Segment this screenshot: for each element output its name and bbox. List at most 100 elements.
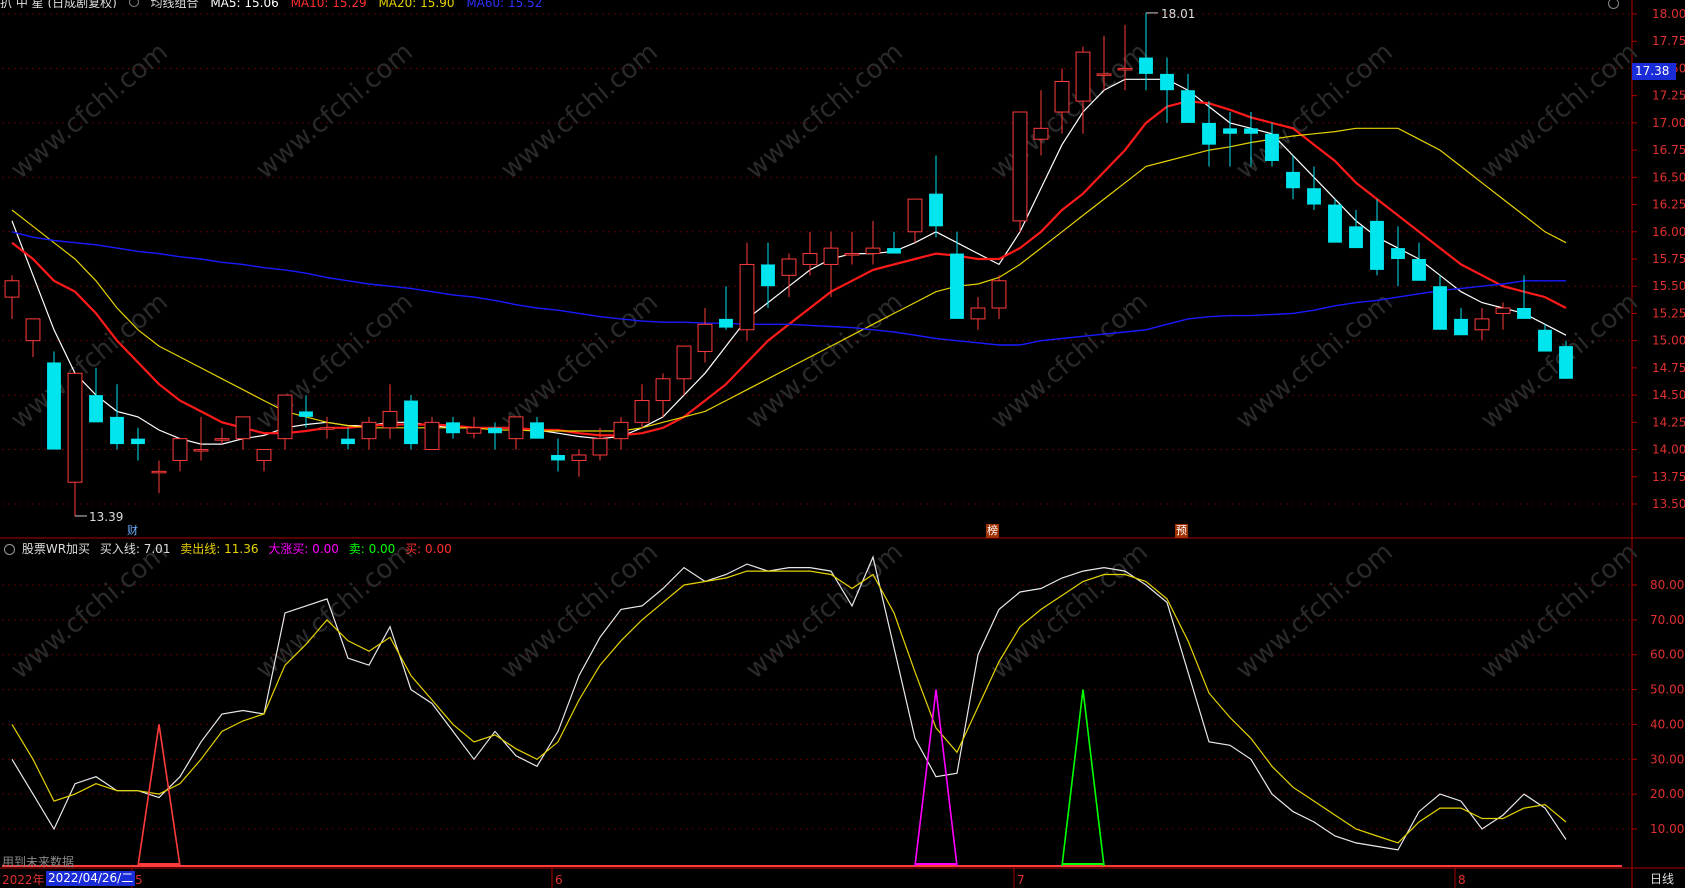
candle[interactable] xyxy=(1559,340,1573,379)
watermark-text: www.cfchi.com xyxy=(740,37,909,185)
candle[interactable] xyxy=(1412,242,1426,281)
candle[interactable] xyxy=(277,394,293,450)
candle[interactable] xyxy=(488,422,502,450)
candle[interactable] xyxy=(823,231,839,298)
watermark-text: www.cfchi.com xyxy=(1230,287,1399,435)
candle[interactable] xyxy=(719,286,733,330)
candle[interactable] xyxy=(571,449,587,477)
main-chart-header: 扒 中 星 (日成剧复权) 均线组合 MA5: 15.06 MA10: 15.2… xyxy=(0,0,550,8)
marker-cai[interactable]: 财 xyxy=(126,524,139,538)
buy-line-value: 买入线: 7.01 xyxy=(99,542,171,556)
price-tick-label: 13.50 xyxy=(1652,497,1685,511)
candle[interactable] xyxy=(256,449,272,472)
current-price-badge: 17.38 xyxy=(1632,63,1676,80)
watermark-text: www.cfchi.com xyxy=(495,537,664,685)
watermark-text: www.cfchi.com xyxy=(985,537,1154,685)
candle[interactable] xyxy=(1433,275,1447,330)
indicator-tick-label: 30.00 xyxy=(1650,752,1684,766)
candle[interactable] xyxy=(110,384,124,450)
candle[interactable] xyxy=(1454,308,1468,336)
high-label: 18.01 xyxy=(1161,7,1195,21)
month-label: 7 xyxy=(1017,873,1025,887)
candle[interactable] xyxy=(235,416,251,450)
candle[interactable] xyxy=(361,416,377,450)
settings-icon[interactable] xyxy=(128,0,139,7)
stock-code-label[interactable]: 扒 中 星 (日成剧复权) xyxy=(0,0,117,8)
indicator-tick-label: 10.00 xyxy=(1650,822,1684,836)
price-tick-label: 13.75 xyxy=(1652,470,1685,484)
watermark-text: www.cfchi.com xyxy=(1230,537,1399,685)
candle[interactable] xyxy=(151,460,167,494)
watermark-text: www.cfchi.com xyxy=(740,287,909,435)
price-tick-label: 15.25 xyxy=(1652,306,1685,320)
candle[interactable] xyxy=(193,416,209,461)
price-tick-label: 16.25 xyxy=(1652,198,1685,212)
candle[interactable] xyxy=(424,416,440,451)
candle[interactable] xyxy=(655,373,671,417)
price-tick-label: 17.00 xyxy=(1652,116,1685,130)
candle[interactable] xyxy=(1160,57,1174,123)
candle[interactable] xyxy=(446,416,460,439)
candle[interactable] xyxy=(970,297,986,330)
high-annotation: 18.01 xyxy=(1146,7,1195,21)
buy_red-signal xyxy=(137,724,181,867)
candle[interactable] xyxy=(844,231,860,265)
candle[interactable] xyxy=(508,416,524,450)
candle[interactable] xyxy=(4,275,20,319)
price-tick-label: 15.00 xyxy=(1652,334,1685,348)
candle[interactable] xyxy=(887,231,901,254)
indicator-tick-label: 40.00 xyxy=(1650,717,1684,731)
candle[interactable] xyxy=(1181,73,1195,123)
future-data-note: 用到未来数据 xyxy=(2,855,75,869)
ma-title[interactable]: 均线组合 xyxy=(150,0,198,8)
month-label: 5 xyxy=(135,873,143,887)
price-tick-label: 17.25 xyxy=(1652,89,1685,103)
watermark-text: www.cfchi.com xyxy=(985,287,1154,435)
candle[interactable] xyxy=(676,345,692,396)
candle[interactable] xyxy=(382,384,398,439)
stock-chart[interactable]: www.cfchi.com www.cfchi.com www.cfchi.com w… xyxy=(0,0,1685,888)
candle[interactable] xyxy=(592,427,608,461)
price-tick-label: 18.00 xyxy=(1652,7,1685,21)
candle[interactable] xyxy=(319,416,335,439)
candle[interactable] xyxy=(1474,308,1490,341)
candle[interactable] xyxy=(802,231,818,276)
candle[interactable] xyxy=(1391,226,1405,287)
candle[interactable] xyxy=(739,242,755,341)
candle[interactable] xyxy=(697,308,713,363)
candle[interactable] xyxy=(214,427,230,445)
candle[interactable] xyxy=(131,427,145,461)
indicator-tick-label: 70.00 xyxy=(1650,613,1684,627)
candle[interactable] xyxy=(929,155,943,238)
candle[interactable] xyxy=(466,416,482,439)
candle[interactable] xyxy=(1538,324,1552,352)
indicator-tick-label: 60.00 xyxy=(1650,648,1684,662)
marker-bang[interactable]: 榜 xyxy=(986,524,999,538)
candle[interactable] xyxy=(1328,199,1342,243)
indicator-name[interactable]: 股票WR加买 xyxy=(22,542,90,556)
price-tick-label: 14.00 xyxy=(1652,443,1685,457)
marker-yu[interactable]: 预 xyxy=(1175,524,1188,538)
candle[interactable] xyxy=(634,384,650,428)
candle[interactable] xyxy=(1012,111,1028,232)
candle[interactable] xyxy=(551,438,565,472)
year-label: 2022年 xyxy=(2,873,45,887)
candle[interactable] xyxy=(865,220,881,265)
candle[interactable] xyxy=(1286,155,1300,200)
candle[interactable] xyxy=(404,395,418,450)
month-label: 6 xyxy=(555,873,563,887)
cursor-date-badge: 2022/04/26/二 xyxy=(46,871,136,886)
candle[interactable] xyxy=(1370,199,1384,276)
price-tick-label: 16.75 xyxy=(1652,143,1685,157)
indicator-header: 股票WR加买 买入线: 7.01 卖出线: 11.36 大涨买: 0.00 卖:… xyxy=(4,540,458,557)
candle[interactable] xyxy=(172,438,188,472)
candle[interactable] xyxy=(47,351,61,450)
candle[interactable] xyxy=(67,372,83,516)
indicator-collapse-icon[interactable] xyxy=(4,544,15,555)
candle[interactable] xyxy=(991,275,1007,319)
period-label[interactable]: 日线 xyxy=(1650,870,1674,887)
candle[interactable] xyxy=(25,318,41,357)
candle[interactable] xyxy=(613,416,629,450)
candle[interactable] xyxy=(341,427,355,450)
candle[interactable] xyxy=(907,198,923,243)
